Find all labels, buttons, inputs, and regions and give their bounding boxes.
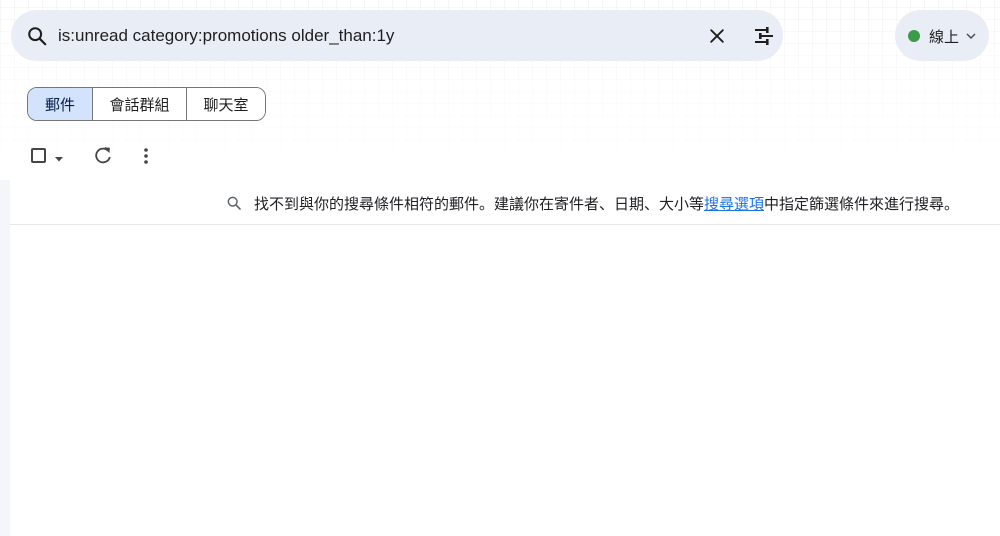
gmail-search-page: 線上 郵件 會話群組 聊天室 [0,0,1000,536]
more-vert-icon[interactable] [136,145,156,167]
search-icon[interactable] [23,22,51,50]
tune-icon[interactable] [748,20,780,52]
tab-conversation-groups[interactable]: 會話群組 [93,88,187,120]
no-results-text-after: 中指定篩選條件來進行搜尋。 [764,196,960,213]
result-type-tabs: 郵件 會話群組 聊天室 [27,87,266,121]
close-icon[interactable] [701,20,733,52]
search-bar [11,10,783,61]
status-dot [908,30,920,42]
no-results-message: 找不到與你的搜尋條件相符的郵件。建議你在寄件者、日期、大小等搜尋選項中指定篩選條… [254,193,959,214]
status-label: 線上 [929,29,960,46]
left-panel-edge [0,180,10,536]
no-results-row: 找不到與你的搜尋條件相符的郵件。建議你在寄件者、日期、大小等搜尋選項中指定篩選條… [10,181,1000,225]
tab-mail[interactable]: 郵件 [28,88,93,120]
caret-down-icon[interactable] [54,151,64,169]
tab-chat-rooms[interactable]: 聊天室 [187,88,265,120]
select-all-checkbox[interactable] [31,148,46,163]
status-button[interactable]: 線上 [895,10,989,61]
search-options-link[interactable]: 搜尋選項 [704,196,764,213]
search-input[interactable] [58,22,678,50]
no-results-text-before: 找不到與你的搜尋條件相符的郵件。建議你在寄件者、日期、大小等 [254,196,705,213]
refresh-icon[interactable] [92,145,114,167]
chevron-down-icon [965,29,977,47]
search-icon [226,195,242,216]
